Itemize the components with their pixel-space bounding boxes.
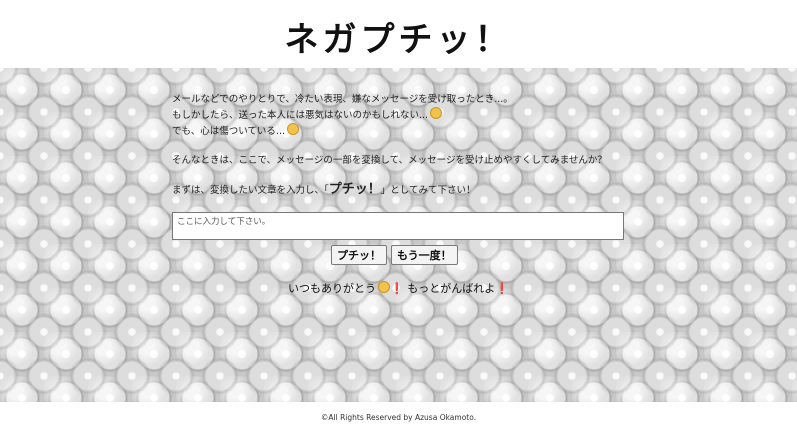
suggestion-paragraph: そんなときは、ここで、メッセージの一部を変換して、メッセージを受け止めやすくして… bbox=[172, 153, 632, 168]
page-title: ネガプチッ！ bbox=[284, 20, 513, 60]
puchi-button[interactable]: プチッ！ bbox=[331, 245, 387, 265]
intro-line-2: もしかしたら、送った本人には悪気はないのかもしれない... bbox=[172, 110, 429, 121]
retry-button[interactable]: もう一度！ bbox=[391, 245, 458, 265]
message-input-wrapper bbox=[172, 212, 624, 240]
instruction-suffix: 」としてみて下さい！ bbox=[380, 185, 476, 196]
thinking-face-icon bbox=[430, 107, 443, 119]
message-input[interactable] bbox=[173, 213, 623, 239]
intro-paragraph: メールなどでのやりとりで、冷たい表現、嫌なメッセージを受け取ったとき...。 も… bbox=[172, 92, 632, 139]
result-text-1: いつもありがとう bbox=[288, 282, 377, 295]
exclamation-icon: ❗ bbox=[495, 282, 509, 295]
instruction-prefix: まずは、変換したい文章を入力し、「 bbox=[172, 185, 329, 196]
result-text-2: もっとがんばれよ bbox=[403, 282, 496, 295]
instruction-button-name: プチッ！ bbox=[328, 182, 381, 197]
intro-line-3: でも、心は傷ついている... bbox=[172, 126, 285, 137]
exclamation-icon: ❗ bbox=[390, 282, 404, 295]
smiling-face-icon bbox=[378, 281, 391, 293]
converted-message: いつもありがとう ❗ もっとがんばれよ❗ bbox=[0, 280, 797, 296]
action-buttons: プチッ！ もう一度！ bbox=[331, 245, 458, 265]
site-footer: ©All Rights Reserved by Azusa Okamoto. bbox=[0, 402, 797, 434]
intro-line-1: メールなどでのやりとりで、冷たい表現、嫌なメッセージを受け取ったとき...。 bbox=[172, 94, 513, 105]
intro-line-3-wrap: でも、心は傷ついている... bbox=[172, 123, 632, 139]
intro-line-4: そんなときは、ここで、メッセージの一部を変換して、メッセージを受け止めやすくして… bbox=[172, 155, 607, 166]
site-header: ネガプチッ！ bbox=[0, 0, 797, 68]
instruction-paragraph: まずは、変換したい文章を入力し、「プチッ！」としてみて下さい！ bbox=[172, 182, 632, 198]
copyright-text: ©All Rights Reserved by Azusa Okamoto. bbox=[320, 413, 477, 422]
grimacing-face-icon bbox=[287, 123, 299, 135]
intro-line-2-wrap: もしかしたら、送った本人には悪気はないのかもしれない... bbox=[172, 107, 632, 123]
bubble-wrap-background: メールなどでのやりとりで、冷たい表現、嫌なメッセージを受け取ったとき...。 も… bbox=[0, 68, 797, 402]
intro-text: メールなどでのやりとりで、冷たい表現、嫌なメッセージを受け取ったとき...。 も… bbox=[172, 92, 632, 212]
